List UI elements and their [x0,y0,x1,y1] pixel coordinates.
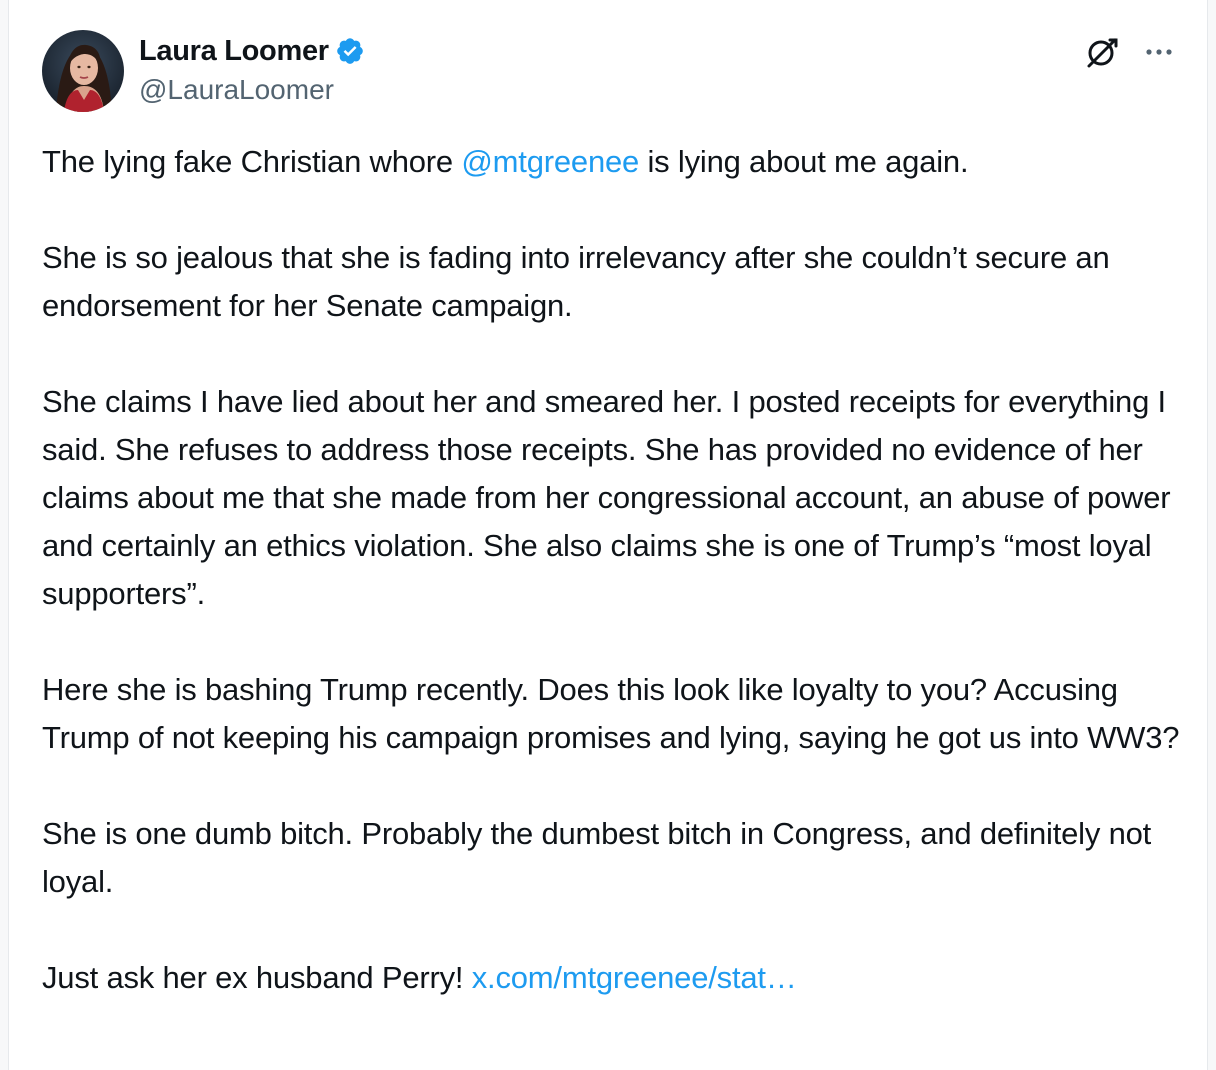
mention-link[interactable]: @mtgreenee [461,144,639,179]
tweet-text-segment: Just ask her ex husband Perry! [42,960,472,995]
tweet-paragraph: She is one dumb bitch. Probably the dumb… [42,816,1152,899]
author-name-row[interactable]: Laura Loomer [139,32,365,70]
tweet-card: Laura Loomer @LauraLoomer The lying fake… [8,0,1208,1070]
tweet-paragraph: The lying fake Christian whore @mtgreene… [42,138,1182,186]
tweet-text-segment: The lying fake Christian whore [42,144,462,179]
url-link[interactable]: x.com/mtgreenee/stat… [472,960,797,995]
avatar-image [42,30,124,112]
more-options-button[interactable] [1139,34,1179,70]
verified-badge-icon[interactable] [335,36,365,66]
more-options-icon [1146,49,1172,55]
author-display-name[interactable]: Laura Loomer [139,35,329,68]
tweet-paragraph: Here she is bashing Trump recently. Does… [42,672,1180,755]
tweet-text-segment: is lying about me again. [639,144,969,179]
avatar[interactable] [42,30,124,112]
author-handle[interactable]: @LauraLoomer [139,74,334,106]
tweet-paragraph: She claims I have lied about her and sme… [42,384,1171,611]
tweet-text: The lying fake Christian whore @mtgreene… [42,138,1182,1050]
tweet-paragraph: Just ask her ex husband Perry! x.com/mtg… [42,954,1182,1002]
grok-button[interactable] [1083,32,1123,72]
tweet-paragraph: She is so jealous that she is fading int… [42,240,1110,323]
grok-icon [1087,38,1118,68]
